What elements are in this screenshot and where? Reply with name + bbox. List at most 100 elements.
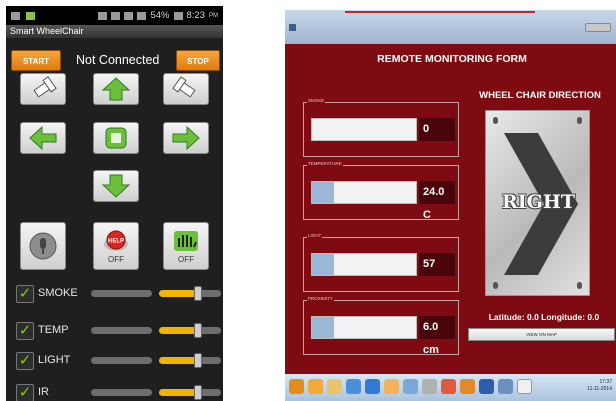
sensor-toggle[interactable] <box>159 286 221 301</box>
arrow-down-icon <box>101 174 131 198</box>
temp-checkbox[interactable]: ✓ <box>16 322 34 340</box>
left-light-button[interactable] <box>20 73 66 105</box>
temperature-group: TEMPERATURE 24.0 C <box>303 161 459 221</box>
smoke-value: 0 <box>419 118 455 141</box>
android-app-screen: 54% 8:23 PM Smart WheelChair START Not C… <box>6 6 223 401</box>
window-titlebar <box>285 10 616 44</box>
android-icon <box>26 11 35 20</box>
vibrate-icon <box>98 11 108 20</box>
stop-motion-button[interactable] <box>93 122 139 154</box>
smoke-group: SMOKE 0 <box>303 98 459 157</box>
connection-status: Not Connected <box>76 53 160 67</box>
signal-icon <box>124 11 134 20</box>
sensor-label: SMOKE <box>38 287 78 299</box>
flashlight-icon <box>33 76 57 98</box>
group-label: TEMPERATURE <box>307 161 343 166</box>
direction-title: WHEEL CHAIR DIRECTION <box>479 90 601 101</box>
java-icon[interactable] <box>460 379 475 394</box>
sensor-slider[interactable] <box>91 357 152 364</box>
form-title: REMOTE MONITORING FORM <box>377 53 527 65</box>
notepad-icon[interactable] <box>517 379 532 394</box>
group-label: SMOKE <box>307 98 326 103</box>
sensor-slider[interactable] <box>91 327 152 334</box>
arrow-right-icon <box>172 125 200 151</box>
chrome-icon[interactable] <box>441 379 456 394</box>
ir-checkbox[interactable]: ✓ <box>16 384 34 401</box>
gesture-toggle[interactable]: OFF <box>163 222 209 270</box>
help-button-icon: HELP <box>104 230 128 251</box>
proximity-group: PROXIMITY 6.0 cm <box>303 296 459 356</box>
start-button[interactable]: START <box>11 50 61 71</box>
sensor-slider[interactable] <box>91 290 152 297</box>
right-light-button[interactable] <box>163 73 209 105</box>
taskbar: 17:37 11-11-2014 <box>285 374 616 401</box>
smoke-checkbox[interactable]: ✓ <box>16 285 34 303</box>
smoke-progress-bar <box>311 118 417 141</box>
flashlight-icon <box>172 76 196 98</box>
sensor-row-light: ✓ LIGHT <box>16 351 221 373</box>
help-toggle-state: OFF <box>108 254 124 264</box>
arrow-up-icon <box>101 77 131 101</box>
proximity-value: 6.0 cm <box>419 316 455 356</box>
media-player-icon[interactable] <box>346 379 361 394</box>
notification-icon <box>11 11 20 20</box>
sensor-row-temp: ✓ TEMP <box>16 321 221 343</box>
hand-gesture-icon <box>174 230 198 251</box>
help-badge-text: HELP <box>108 238 124 244</box>
ie-icon[interactable] <box>365 379 380 394</box>
title-accent-line <box>345 11 535 13</box>
app-icon[interactable] <box>403 379 418 394</box>
sensor-row-ir: ✓ IR <box>16 383 221 401</box>
group-label: LIGHT <box>307 233 323 238</box>
sensor-slider[interactable] <box>91 389 152 396</box>
battery-percent: 54% <box>150 10 170 21</box>
direction-text: RIGHT <box>502 191 575 213</box>
forward-button[interactable] <box>93 73 139 105</box>
location-readout: Latitude: 0.0 Longitude: 0.0 <box>488 312 600 322</box>
light-progress-fill <box>312 254 334 275</box>
stop-button[interactable]: STOP <box>176 50 220 71</box>
sensor-label: TEMP <box>38 324 69 336</box>
desktop-window: REMOTE MONITORING FORM SMOKE 0 TEMPERATU… <box>285 10 616 401</box>
signal2-icon <box>137 11 147 20</box>
start-orb-icon[interactable] <box>289 379 304 394</box>
sensor-toggle[interactable] <box>159 353 221 368</box>
help-toggle[interactable]: HELP OFF <box>93 222 139 270</box>
view-on-map-button[interactable]: VIEW ON MAP <box>468 328 615 341</box>
alarm-icon <box>111 11 121 20</box>
voice-button[interactable] <box>20 222 66 270</box>
connection-row: START Not Connected STOP <box>6 50 223 73</box>
firefox-icon[interactable] <box>308 379 323 394</box>
group-label: PROXIMITY <box>307 296 334 301</box>
sensor-label: IR <box>38 386 49 398</box>
window-icon[interactable] <box>498 379 513 394</box>
status-time: 8:23 <box>186 10 206 21</box>
monitoring-form: REMOTE MONITORING FORM SMOKE 0 TEMPERATU… <box>288 44 616 369</box>
sensor-toggle[interactable] <box>159 385 221 400</box>
right-button[interactable] <box>163 122 209 154</box>
window-control-buttons[interactable] <box>585 23 611 32</box>
sensor-label: LIGHT <box>38 354 71 366</box>
direction-sign: RIGHT <box>485 110 590 296</box>
screenshot-composite: 54% 8:23 PM Smart WheelChair START Not C… <box>0 0 616 401</box>
light-group: LIGHT 57 <box>303 233 459 292</box>
temperature-value: 24.0 C <box>419 181 455 221</box>
window-system-icon[interactable] <box>289 24 296 31</box>
app-title: Smart WheelChair <box>6 25 223 38</box>
folder-icon[interactable] <box>327 379 342 394</box>
clock-date: 11-11-2014 <box>587 386 612 392</box>
paint-icon[interactable] <box>384 379 399 394</box>
left-button[interactable] <box>20 122 66 154</box>
light-value: 57 <box>419 253 455 276</box>
stop-square-icon <box>105 127 127 149</box>
backward-button[interactable] <box>93 170 139 202</box>
sensor-row-smoke: ✓ SMOKE <box>16 284 221 306</box>
light-checkbox[interactable]: ✓ <box>16 352 34 370</box>
light-progress-bar <box>311 253 417 276</box>
clock-time: 17:37 <box>599 379 612 385</box>
sensor-toggle[interactable] <box>159 323 221 338</box>
word-icon[interactable] <box>479 379 494 394</box>
arrow-left-icon <box>29 125 57 151</box>
calculator-icon[interactable] <box>422 379 437 394</box>
battery-icon <box>173 11 183 20</box>
